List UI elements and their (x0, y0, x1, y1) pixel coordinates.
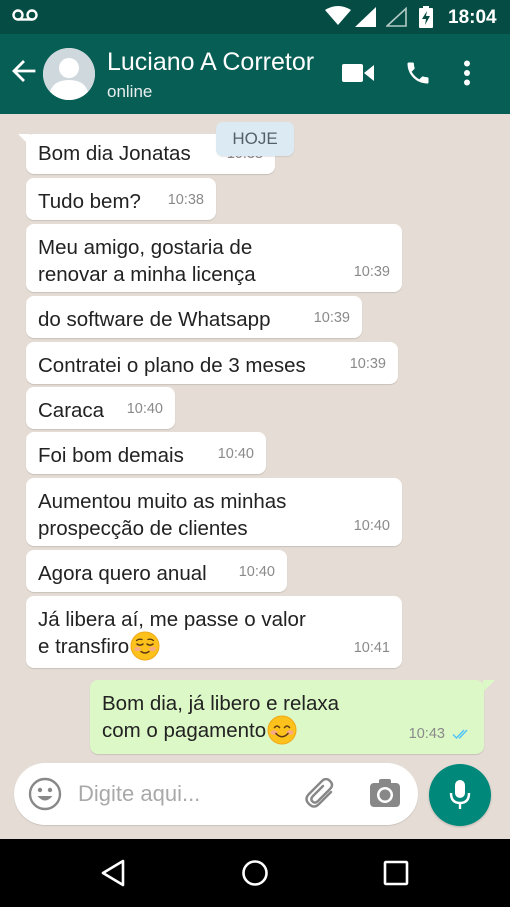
message-time: 10:38 (167, 192, 204, 208)
message-text-line: Já libera aí, me passe o valor (38, 608, 306, 631)
message-text: Caraca (38, 399, 105, 422)
message-bubble-incoming[interactable]: do software de Whatsapp 10:39 (26, 296, 362, 338)
message-time: 10:43 (408, 726, 445, 742)
message-text-line: prospecção de clientes (38, 517, 248, 540)
emoji-icon[interactable] (28, 777, 62, 811)
message-bubble-outgoing[interactable]: Bom dia, já libero e relaxa com o pagame… (90, 680, 484, 754)
wifi-icon (325, 6, 351, 25)
avatar[interactable] (43, 48, 95, 100)
date-divider: HOJE (216, 122, 294, 156)
message-meta: 10:43 (409, 721, 472, 748)
message-time: 10:40 (217, 446, 254, 462)
message-text-line: Aumentou muito as minhas (38, 490, 287, 513)
message-bubble-incoming[interactable]: Contratei o plano de 3 meses 10:39 (26, 342, 398, 384)
default-avatar-icon (43, 48, 95, 100)
message-time: 10:39 (349, 356, 386, 372)
message-text-line: renovar a minha licença (38, 263, 256, 286)
nav-back-icon[interactable] (100, 859, 126, 887)
contact-name[interactable]: Luciano A Corretor (107, 48, 314, 77)
battery-charging-icon (419, 6, 433, 28)
message-composer (14, 763, 418, 825)
message-text-line: Bom dia, já libero e relaxa (102, 692, 340, 715)
status-time: 18:04 (448, 7, 497, 28)
message-text-line: e transfiro (38, 631, 390, 661)
message-bubble-incoming[interactable]: Já libera aí, me passe o valor e transfi… (26, 596, 402, 668)
phone-icon[interactable] (404, 59, 432, 87)
message-text: Foi bom demais (38, 444, 184, 467)
message-text: e transfiro (38, 635, 130, 658)
more-vert-icon[interactable] (463, 60, 471, 86)
nav-recents-icon[interactable] (383, 860, 409, 886)
chat-area[interactable]: Bom dia Jonatas 10:38 HOJE Tudo bem? 10:… (0, 114, 510, 839)
microphone-icon (449, 780, 471, 809)
message-bubble-incoming[interactable]: Meu amigo, gostaria de renovar a minha l… (26, 224, 402, 292)
paperclip-icon[interactable] (304, 778, 338, 810)
microphone-button[interactable] (429, 764, 491, 826)
message-text: com o pagamento (102, 719, 267, 742)
system-nav-bar (0, 839, 510, 907)
message-bubble-incoming[interactable]: Foi bom demais 10:40 (26, 432, 266, 474)
message-text: Tudo bem? (38, 190, 141, 213)
message-time: 10:39 (353, 264, 390, 280)
contact-status: online (107, 82, 153, 101)
double-check-read-icon (452, 729, 468, 740)
message-bubble-incoming[interactable]: Agora quero anual 10:40 (26, 550, 287, 592)
message-bubble-incoming[interactable]: Tudo bem? 10:38 (26, 178, 216, 220)
smiling-face-emoji (267, 715, 297, 745)
message-text-line: Meu amigo, gostaria de (38, 236, 253, 259)
status-bar: 18:04 (0, 0, 510, 34)
message-bubble-incoming[interactable]: Caraca 10:40 (26, 387, 175, 429)
relieved-face-emoji (130, 631, 160, 661)
message-text: Contratei o plano de 3 meses (38, 354, 306, 377)
signal-empty-icon (386, 7, 407, 27)
nav-home-icon[interactable] (241, 859, 269, 887)
message-time: 10:40 (353, 518, 390, 534)
message-text: Bom dia Jonatas (38, 142, 191, 165)
video-call-icon[interactable] (342, 63, 374, 83)
message-text: Agora quero anual (38, 562, 207, 585)
camera-icon[interactable] (369, 778, 401, 808)
message-time: 10:41 (353, 640, 390, 656)
message-time: 10:39 (313, 310, 350, 326)
bubble-tail (483, 680, 495, 692)
message-input[interactable] (78, 775, 298, 813)
signal-icon (355, 7, 376, 27)
back-arrow-icon[interactable] (12, 60, 36, 82)
chat-header: Luciano A Corretor online (0, 34, 510, 114)
voicemail-icon (12, 9, 38, 21)
message-text: do software de Whatsapp (38, 308, 271, 331)
message-bubble-incoming[interactable]: Aumentou muito as minhas prospecção de c… (26, 478, 402, 546)
message-time: 10:40 (238, 564, 275, 580)
message-time: 10:40 (126, 401, 163, 417)
